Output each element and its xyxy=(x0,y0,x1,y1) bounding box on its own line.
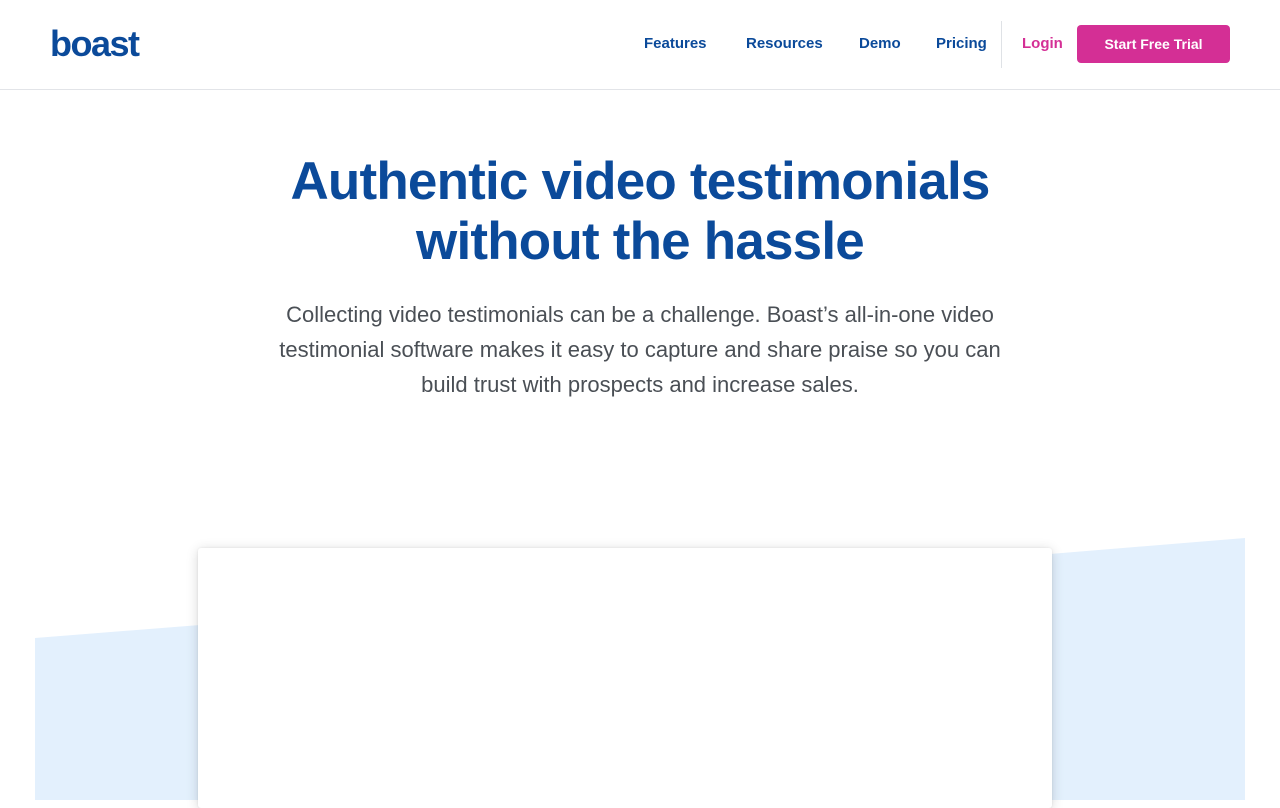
start-free-trial-button[interactable]: Start Free Trial xyxy=(1077,25,1230,63)
nav-features-link[interactable]: Features xyxy=(644,34,707,54)
nav-resources-link[interactable]: Resources xyxy=(746,34,823,54)
video-player-card[interactable] xyxy=(198,548,1052,808)
login-link[interactable]: Login xyxy=(1022,34,1063,54)
hero-subtitle: Collecting video testimonials can be a c… xyxy=(279,302,1001,397)
nav-divider xyxy=(1001,21,1002,68)
backdrop-panel-right xyxy=(1050,538,1245,800)
hero-title-line-1: Authentic video testimonials xyxy=(290,152,990,211)
site-header: boast Features Resources Demo Pricing Lo… xyxy=(0,0,1280,90)
backdrop-panel-left xyxy=(35,625,200,800)
nav-demo-link[interactable]: Demo xyxy=(859,34,901,54)
hero-title: Authentic video testimonials without the… xyxy=(240,152,1040,272)
hero-title-line-2: without the hassle xyxy=(416,212,865,271)
nav-pricing-link[interactable]: Pricing xyxy=(936,34,987,54)
main-nav: Features Resources Demo Pricing Login St… xyxy=(0,0,1280,89)
